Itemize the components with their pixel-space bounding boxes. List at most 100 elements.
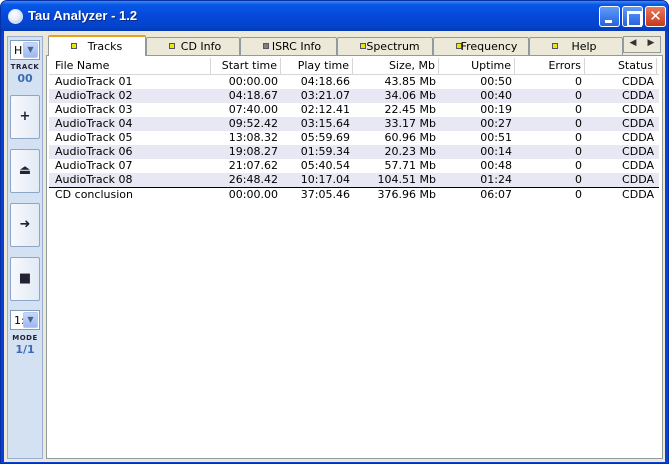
table-row[interactable]: AudioTrack 08 26:48.42 10:17.04 104.51 Mb 01… (49, 173, 659, 187)
table-row[interactable]: AudioTrack 05 13:08.32 05:59.69 60.96 Mb 00:… (49, 131, 659, 145)
table-row[interactable]: AudioTrack 06 19:08.27 01:59.34 20.23 Mb 00:… (49, 145, 659, 159)
table-cell: 02:12.41 (300, 103, 350, 116)
track-number: 00 (17, 72, 33, 85)
table-cell: 19:08.27 (228, 145, 278, 158)
mode-value: 1/1 (15, 343, 35, 356)
add-button[interactable]: + (10, 95, 40, 139)
table-header: File Name Start time Play time Size, Mb Upti… (49, 58, 659, 75)
close-button[interactable]: ✕ (645, 6, 666, 27)
table-cell: CDDA (622, 159, 654, 172)
table-cell: CDDA (622, 117, 654, 130)
table-cell: 00:00.00 (228, 75, 278, 88)
table-cell: 57.71 Mb (384, 159, 436, 172)
tab-scroll-buttons: ◀ ▶ (623, 36, 661, 53)
chevron-down-icon[interactable]: ▼ (23, 42, 38, 58)
table-cell: 37:05.46 (300, 188, 350, 201)
table-cell: CDDA (622, 173, 654, 186)
track-select[interactable]: H ▼ (10, 40, 40, 60)
table-cell: 0 (575, 159, 582, 172)
column-header[interactable]: Status (585, 58, 657, 74)
table-cell: 00:19 (480, 103, 512, 116)
table-cell: 04:18.66 (300, 75, 350, 88)
column-header[interactable]: Start time (211, 58, 281, 74)
table-cell: 60.96 Mb (384, 131, 436, 144)
chevron-left-icon[interactable]: ◀ (624, 38, 642, 48)
tab-spectrum[interactable]: Spectrum (337, 37, 433, 55)
mode-select[interactable]: 1: ▼ (10, 310, 40, 330)
main-area: Tracks CD Info ISRC Info Spectrum Freque… (46, 35, 663, 459)
table-cell: 04:18.67 (228, 89, 278, 102)
table-cell: 0 (575, 75, 582, 88)
tab-cd-info[interactable]: CD Info (146, 37, 240, 55)
table-cell: 0 (575, 173, 582, 186)
table-cell: AudioTrack 07 (55, 159, 133, 172)
tab-isrc-info[interactable]: ISRC Info (240, 37, 337, 55)
table-cell: 26:48.42 (228, 173, 278, 186)
table-cell: 00:48 (480, 159, 512, 172)
table-cell: AudioTrack 08 (55, 173, 133, 186)
table-cell: 06:07 (480, 188, 512, 201)
column-header[interactable]: Uptime (439, 58, 515, 74)
table-cell: 0 (575, 145, 582, 158)
table-cell: CDDA (622, 89, 654, 102)
table-row[interactable]: AudioTrack 01 00:00.00 04:18.66 43.85 Mb 00:… (49, 75, 659, 89)
table-cell: 05:40.54 (300, 159, 350, 172)
table-cell: 0 (575, 117, 582, 130)
table-cell: 00:00.00 (228, 188, 278, 201)
table-cell: 376.96 Mb (377, 188, 436, 201)
plus-icon: + (19, 109, 31, 124)
table-row[interactable]: AudioTrack 02 04:18.67 03:21.07 34.06 Mb 00:… (49, 89, 659, 103)
table-cell: 09:52.42 (228, 117, 278, 130)
table-cell: AudioTrack 06 (55, 145, 133, 158)
table-cell: 34.06 Mb (384, 89, 436, 102)
table-cell: 00:14 (480, 145, 512, 158)
table-row[interactable]: AudioTrack 07 21:07.62 05:40.54 57.71 Mb 00:… (49, 159, 659, 173)
track-label: TRACK (10, 63, 40, 71)
table-cell: AudioTrack 05 (55, 131, 133, 144)
table-cell: 03:21.07 (300, 89, 350, 102)
table-cell: 0 (575, 131, 582, 144)
tab-tracks[interactable]: Tracks (48, 35, 146, 56)
table-cell: 0 (575, 89, 582, 102)
maximize-button[interactable] (622, 6, 643, 27)
table-cell: AudioTrack 03 (55, 103, 133, 116)
tab-help[interactable]: Help (529, 37, 623, 55)
chevron-down-icon[interactable]: ▼ (23, 312, 38, 328)
window-title: Tau Analyzer - 1.2 (28, 8, 138, 23)
column-header[interactable]: File Name (49, 58, 211, 74)
client-area: H ▼ TRACK 00 + ⏏ ➜ ■ 1: ▼ MODE 1/1 Track… (4, 31, 665, 462)
table-cell: 20.23 Mb (384, 145, 436, 158)
tab-frequency[interactable]: Frequency (433, 37, 529, 55)
table-cell: 22.45 Mb (384, 103, 436, 116)
table-cell: CDDA (622, 188, 654, 201)
eject-icon: ⏏ (18, 163, 32, 178)
column-header[interactable]: Errors (515, 58, 585, 74)
table-cell: 00:27 (480, 117, 512, 130)
table-row[interactable]: AudioTrack 03 07:40.00 02:12.41 22.45 Mb 00:… (49, 103, 659, 117)
table-cell: 10:17.04 (300, 173, 350, 186)
tracks-table: File Name Start time Play time Size, Mb Upti… (49, 58, 659, 201)
table-cell: 21:07.62 (228, 159, 278, 172)
table-cell: 00:50 (480, 75, 512, 88)
table-cell: CDDA (622, 103, 654, 116)
minimize-button[interactable] (599, 6, 620, 27)
summary-row[interactable]: CD conclusion 00:00.00 37:05.46 376.96 Mb 06… (49, 187, 659, 201)
table-cell: CD conclusion (55, 188, 133, 201)
title-bar[interactable]: Tau Analyzer - 1.2 ✕ (1, 1, 668, 31)
next-button[interactable]: ➜ (10, 203, 40, 247)
mode-label: MODE (12, 334, 38, 342)
app-window: Tau Analyzer - 1.2 ✕ H ▼ TRACK 00 + ⏏ ➜ … (0, 0, 669, 464)
table-row[interactable]: AudioTrack 04 09:52.42 03:15.64 33.17 Mb 00:… (49, 117, 659, 131)
table-cell: AudioTrack 02 (55, 89, 133, 102)
chevron-right-icon[interactable]: ▶ (642, 38, 660, 48)
table-cell: 03:15.64 (300, 117, 350, 130)
eject-button[interactable]: ⏏ (10, 149, 40, 193)
stop-button[interactable]: ■ (10, 257, 40, 301)
table-cell: 05:59.69 (300, 131, 350, 144)
column-header[interactable]: Play time (281, 58, 353, 74)
table-cell: AudioTrack 01 (55, 75, 133, 88)
column-header[interactable]: Size, Mb (353, 58, 439, 74)
table-cell: 07:40.00 (228, 103, 278, 116)
table-cell: CDDA (622, 145, 654, 158)
table-cell: AudioTrack 04 (55, 117, 133, 130)
